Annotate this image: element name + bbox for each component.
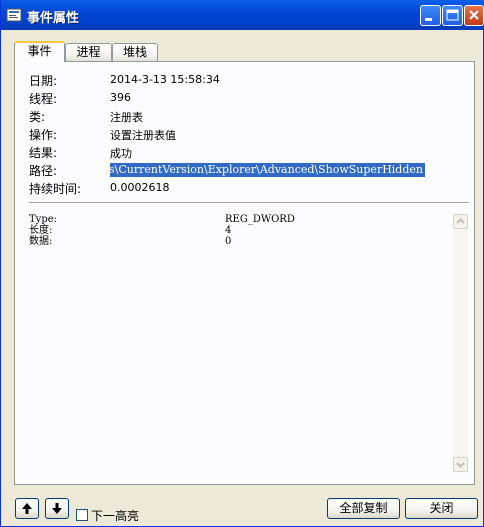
duration-label: 持续时间: [29, 182, 82, 196]
scroll-up-button[interactable] [453, 214, 468, 229]
thread-value: 396 [110, 91, 131, 104]
result-value: 成功 [110, 147, 132, 160]
arrow-up-icon [22, 503, 32, 514]
tab-process[interactable]: 进程 [65, 43, 112, 61]
date-value: 2014-3-13 15:58:34 [110, 73, 220, 86]
close-window-button[interactable] [464, 5, 484, 26]
date-label: 日期: [29, 74, 58, 88]
chevron-down-icon [456, 462, 465, 468]
chevron-up-icon [456, 218, 465, 224]
minimize-button[interactable] [420, 5, 441, 26]
path-value[interactable]: lows\CurrentVersion\Explorer\Advanced\Sh… [110, 163, 423, 177]
detail-type-value: REG_DWORD [225, 214, 295, 225]
next-button[interactable] [45, 498, 69, 519]
detail-data-key: 数据: [29, 236, 53, 247]
thread-label: 线程: [29, 92, 58, 106]
detail-type-key: Type: [29, 214, 58, 225]
operation-value: 设置注册表值 [110, 129, 176, 142]
class-label: 类: [29, 110, 46, 124]
app-icon [6, 8, 22, 22]
path-field[interactable]: lows\CurrentVersion\Explorer\Advanced\Sh… [110, 163, 425, 177]
detail-length-value: 4 [225, 225, 232, 236]
maximize-icon [446, 9, 459, 21]
minimize-icon [425, 18, 432, 21]
tab-event[interactable]: 事件 [14, 41, 65, 62]
event-panel: 日期: 2014-3-13 15:58:34 线程: 396 类: 注册表 操作… [14, 61, 475, 485]
vertical-scrollbar[interactable] [453, 214, 468, 472]
maximize-button[interactable] [442, 5, 463, 26]
window-title: 事件属性 [27, 11, 80, 26]
event-properties-window: 事件属性 事件 进程 堆栈 日期: 2014-3-13 15:58:34 线程:… [0, 0, 484, 527]
title-bar[interactable]: 事件属性 [1, 0, 484, 30]
divider [29, 202, 469, 204]
detail-data-value: 0 [225, 236, 232, 247]
path-label: 路径: [29, 164, 58, 178]
detail-length-key: 长度: [29, 225, 53, 236]
result-label: 结果: [29, 146, 58, 160]
next-highlight-label[interactable]: 下一高亮 [91, 507, 139, 524]
operation-label: 操作: [29, 128, 58, 142]
close-icon [469, 10, 479, 20]
tab-stack[interactable]: 堆栈 [112, 43, 158, 61]
arrow-down-icon [52, 503, 62, 514]
previous-button[interactable] [15, 498, 39, 519]
class-value: 注册表 [110, 111, 143, 124]
duration-value: 0.0002618 [110, 181, 170, 194]
copy-all-button[interactable]: 全部复制 [327, 498, 400, 519]
scroll-down-button[interactable] [453, 457, 468, 472]
next-highlight-checkbox[interactable] [76, 509, 88, 521]
close-button[interactable]: 关闭 [405, 498, 478, 519]
detail-text-area[interactable]: Type: REG_DWORD 长度: 4 数据: 0 [27, 210, 467, 473]
